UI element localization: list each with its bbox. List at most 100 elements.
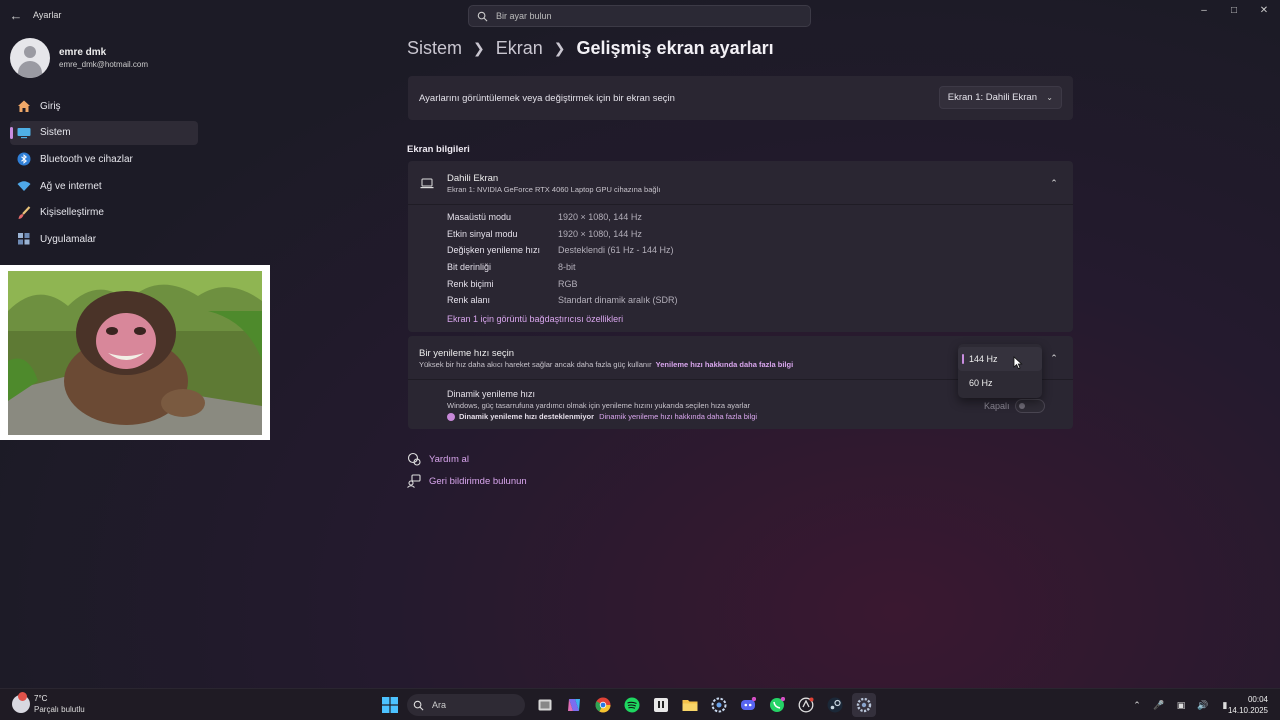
info-label: Masaüstü modu: [447, 212, 512, 222]
display-info-rows: Masaüstü modu 1920 × 1080, 144 Hz Etkin s…: [447, 212, 678, 312]
feedback-icon: [407, 474, 421, 488]
get-help-label: Yardım al: [429, 453, 469, 465]
dynamic-refresh-toggle[interactable]: [1015, 399, 1045, 413]
app-icon[interactable]: [649, 693, 673, 717]
bluetooth-icon: [16, 151, 32, 167]
sidebar-item-label: Uygulamalar: [40, 233, 97, 245]
sidebar-item-personalization[interactable]: Kişiselleştirme: [10, 201, 198, 225]
info-label: Değişken yenileme hızı: [447, 245, 541, 256]
page-title: Gelişmiş ekran ayarları: [576, 38, 774, 58]
taskbar-clock[interactable]: 00:04 14.10.2025: [1228, 694, 1268, 716]
app-title: Ayarlar: [33, 10, 62, 20]
sidebar-item-label: Sistem: [40, 127, 71, 139]
windows-logo-icon: [382, 697, 398, 713]
info-label: Renk biçimi: [447, 278, 494, 289]
info-value: 8-bit: [558, 262, 576, 273]
taskbar-search[interactable]: Ara: [407, 694, 525, 716]
maximize-button[interactable]: □: [1222, 4, 1246, 18]
info-value: Standart dinamik aralık (SDR): [558, 295, 678, 306]
settings-search-box[interactable]: [468, 5, 811, 27]
chrome-icon[interactable]: [591, 693, 615, 717]
file-explorer-icon[interactable]: [678, 693, 702, 717]
gear-app-icon[interactable]: [707, 693, 731, 717]
info-row: Etkin sinyal modu 1920 × 1080, 144 Hz: [447, 229, 678, 246]
refresh-option-60hz[interactable]: 60 Hz: [958, 371, 1042, 395]
chevron-right-icon: ❯: [473, 40, 485, 56]
taskbar-apps: Ara: [378, 693, 881, 717]
weather-temperature: 7°C: [34, 694, 48, 703]
home-icon: [16, 98, 32, 114]
chevron-up-icon[interactable]: ⌃: [1130, 698, 1144, 712]
spotify-icon[interactable]: [620, 693, 644, 717]
refresh-rate-subtitle: Yüksek bir hız daha akıcı hareket sağlar…: [419, 360, 793, 369]
refresh-option-144hz[interactable]: 144 Hz: [958, 347, 1042, 371]
search-input[interactable]: [496, 11, 796, 21]
apps-icon: [16, 231, 32, 247]
search-icon: [477, 11, 488, 21]
settings-app-icon[interactable]: [852, 693, 876, 717]
section-title: Ekran bilgileri: [407, 144, 470, 155]
task-view-icon[interactable]: [533, 693, 557, 717]
sidebar-item-system[interactable]: Sistem: [10, 120, 198, 145]
taskbar: 7°C Parçalı bulutlu Ara ⌃ 🎤 ▣ 🔊 ▮ 00:04 …: [0, 688, 1280, 720]
profile-email: emre_dmk@hotmail.com: [59, 60, 149, 69]
discord-icon[interactable]: [736, 693, 760, 717]
laptop-icon: [420, 178, 434, 189]
chevron-up-icon[interactable]: ⌃: [1047, 351, 1061, 365]
info-row: Masaüstü modu 1920 × 1080, 144 Hz: [447, 212, 678, 229]
minimize-button[interactable]: –: [1192, 4, 1216, 18]
display-info-card: Dahili Ekran Ekran 1: NVIDIA GeForce RTX…: [408, 161, 1073, 332]
info-value: RGB: [558, 278, 578, 289]
info-row: Bit derinliği 8-bit: [447, 262, 678, 279]
sidebar-item-label: Bluetooth ve cihazlar: [40, 153, 133, 165]
display-dropdown-value: Ekran 1: Dahili Ekran: [947, 92, 1037, 103]
close-button[interactable]: ✕: [1252, 4, 1276, 18]
sidebar-item-network[interactable]: Ağ ve internet: [10, 174, 198, 198]
refresh-rate-menu: 144 Hz 60 Hz: [958, 344, 1042, 398]
display-select-card: Ayarlarını görüntülemek veya değiştirmek…: [408, 76, 1073, 120]
info-label: Renk alanı: [447, 295, 491, 306]
warning-text: Dinamik yenileme hızı desteklenmiyor: [459, 412, 595, 421]
feedback-link[interactable]: Geri bildirimde bulunun: [407, 474, 527, 488]
warning-dot-icon: [447, 412, 455, 421]
get-help-link[interactable]: Yardım al: [407, 452, 469, 466]
dynamic-refresh-title: Dinamik yenileme hızı: [447, 389, 536, 399]
weather-widget[interactable]: 7°C Parçalı bulutlu: [12, 692, 85, 714]
monkey-photo: [8, 271, 262, 435]
breadcrumb-display[interactable]: Ekran: [496, 38, 543, 59]
display-info-header[interactable]: Dahili Ekran Ekran 1: NVIDIA GeForce RTX…: [408, 161, 1073, 205]
whatsapp-icon[interactable]: [765, 693, 789, 717]
copilot-icon[interactable]: [562, 693, 586, 717]
refresh-rate-learn-more-link[interactable]: Yenileme hızı hakkında daha fazla bilgi: [656, 360, 794, 369]
display-dropdown[interactable]: Ekran 1: Dahili Ekran ⌄: [938, 86, 1062, 109]
info-row: Renk biçimi RGB: [447, 279, 678, 296]
title-bar: ← Ayarlar – □ ✕: [0, 0, 1280, 32]
brush-icon: [16, 205, 32, 221]
info-row: Değişken yenileme hızı Desteklendi (61 Hz…: [447, 245, 678, 262]
sidebar-item-bluetooth[interactable]: Bluetooth ve cihazlar: [10, 147, 198, 171]
mouse-cursor-icon: [1013, 356, 1023, 370]
volume-icon[interactable]: 🔊: [1196, 698, 1210, 712]
sidebar-item-apps[interactable]: Uygulamalar: [10, 227, 198, 251]
help-chat-icon: [407, 452, 421, 466]
user-profile[interactable]: emre dmk emre_dmk@hotmail.com: [10, 38, 148, 78]
system-tray: ⌃ 🎤 ▣ 🔊 ▮: [1130, 698, 1240, 712]
start-button[interactable]: [378, 693, 402, 717]
sidebar-item-label: Ağ ve internet: [40, 180, 102, 192]
chevron-up-icon[interactable]: ⌃: [1047, 176, 1061, 190]
steam-icon[interactable]: [823, 693, 847, 717]
display-subtitle: Ekran 1: NVIDIA GeForce RTX 4060 Laptop …: [447, 185, 661, 194]
avatar: [10, 38, 50, 78]
picture-overlay: [0, 265, 270, 440]
dynamic-refresh-learn-more-link[interactable]: Dinamik yenileme hızı hakkında daha fazl…: [599, 412, 757, 421]
sidebar-item-home[interactable]: Giriş: [10, 94, 198, 118]
back-arrow-icon[interactable]: ←: [8, 8, 24, 24]
system-icon: [16, 125, 32, 141]
breadcrumb-system[interactable]: Sistem: [407, 38, 462, 59]
microphone-icon[interactable]: 🎤: [1152, 698, 1166, 712]
network-icon[interactable]: ▣: [1174, 698, 1188, 712]
adapter-properties-link[interactable]: Ekran 1 için görüntü bağdaştırıcısı özel…: [447, 314, 623, 324]
browser-icon[interactable]: [794, 693, 818, 717]
info-value: 1920 × 1080, 144 Hz: [558, 212, 642, 222]
toggle-label: Kapalı: [984, 401, 1010, 411]
